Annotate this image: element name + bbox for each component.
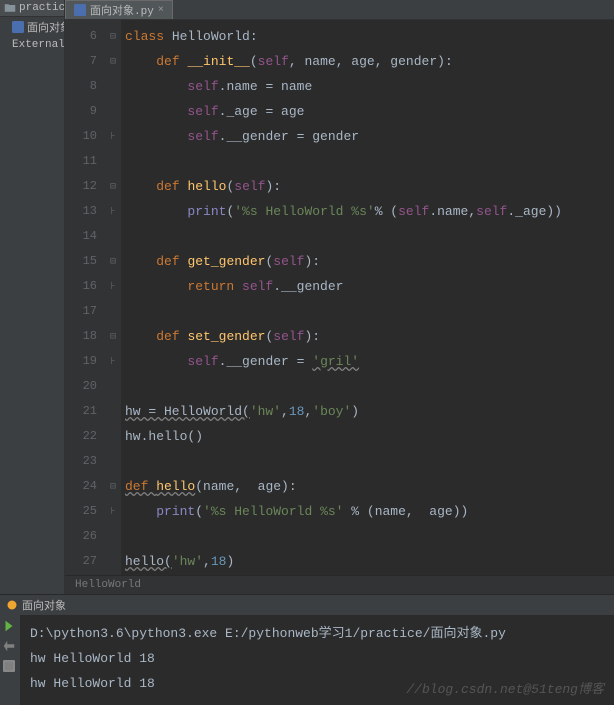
fold-end-icon: ⊦	[105, 274, 121, 299]
fold-end-icon: ⊦	[105, 124, 121, 149]
editor-tab[interactable]: 面向对象.py ×	[65, 0, 173, 19]
layout-icon[interactable]	[2, 659, 16, 673]
tab-bar: 面向对象.py ×	[65, 0, 614, 20]
run-tab[interactable]: 面向对象	[0, 594, 614, 615]
fold-open-icon[interactable]: ⊟	[105, 49, 121, 74]
console: D:\python3.6\python3.exe E:/pythonweb学习1…	[0, 615, 614, 705]
fold-gutter: ⊟ ⊟ ⊦ ⊟ ⊦ ⊟ ⊦ ⊟ ⊦ ⊟ ⊦	[105, 20, 121, 575]
sidebar-file-item[interactable]: 面向对象	[0, 17, 64, 37]
fold-end-icon: ⊦	[105, 199, 121, 224]
python-icon	[6, 599, 18, 611]
rerun-icon[interactable]	[2, 619, 16, 633]
project-name-label: practice	[19, 2, 65, 14]
breadcrumb[interactable]: HelloWorld	[65, 575, 614, 594]
fold-open-icon[interactable]: ⊟	[105, 474, 121, 499]
close-icon[interactable]: ×	[158, 5, 164, 16]
folder-icon	[4, 2, 16, 14]
run-tab-label: 面向对象	[22, 597, 66, 613]
python-file-icon	[74, 4, 86, 16]
console-output[interactable]: D:\python3.6\python3.exe E:/pythonweb学习1…	[20, 615, 614, 705]
fold-open-icon[interactable]: ⊟	[105, 324, 121, 349]
project-root[interactable]: practice	[0, 0, 64, 17]
fold-end-icon: ⊦	[105, 349, 121, 374]
console-toolbar	[0, 615, 20, 705]
code-area[interactable]: class HelloWorld: def __init__(self, nam…	[121, 20, 614, 575]
stop-icon[interactable]	[2, 639, 16, 653]
console-line: hw HelloWorld 18	[30, 646, 604, 671]
project-sidebar: practice 面向对象 External Lib	[0, 0, 65, 594]
sidebar-item-label: External Lib	[12, 39, 65, 51]
sidebar-external-libs[interactable]: External Lib	[0, 37, 64, 53]
fold-open-icon[interactable]: ⊟	[105, 174, 121, 199]
watermark: //blog.csdn.net@51teng博客	[406, 678, 604, 697]
tab-label: 面向对象.py	[90, 2, 154, 18]
editor[interactable]: 6 7 8 9 10 11 12 13 14 15 16 17 18 19 20…	[65, 20, 614, 575]
fold-open-icon[interactable]: ⊟	[105, 249, 121, 274]
sidebar-item-label: 面向对象	[27, 19, 65, 35]
python-file-icon	[12, 21, 24, 33]
line-gutter: 6 7 8 9 10 11 12 13 14 15 16 17 18 19 20…	[65, 20, 105, 575]
console-line: D:\python3.6\python3.exe E:/pythonweb学习1…	[30, 621, 604, 646]
fold-end-icon: ⊦	[105, 499, 121, 524]
fold-open-icon[interactable]: ⊟	[105, 24, 121, 49]
